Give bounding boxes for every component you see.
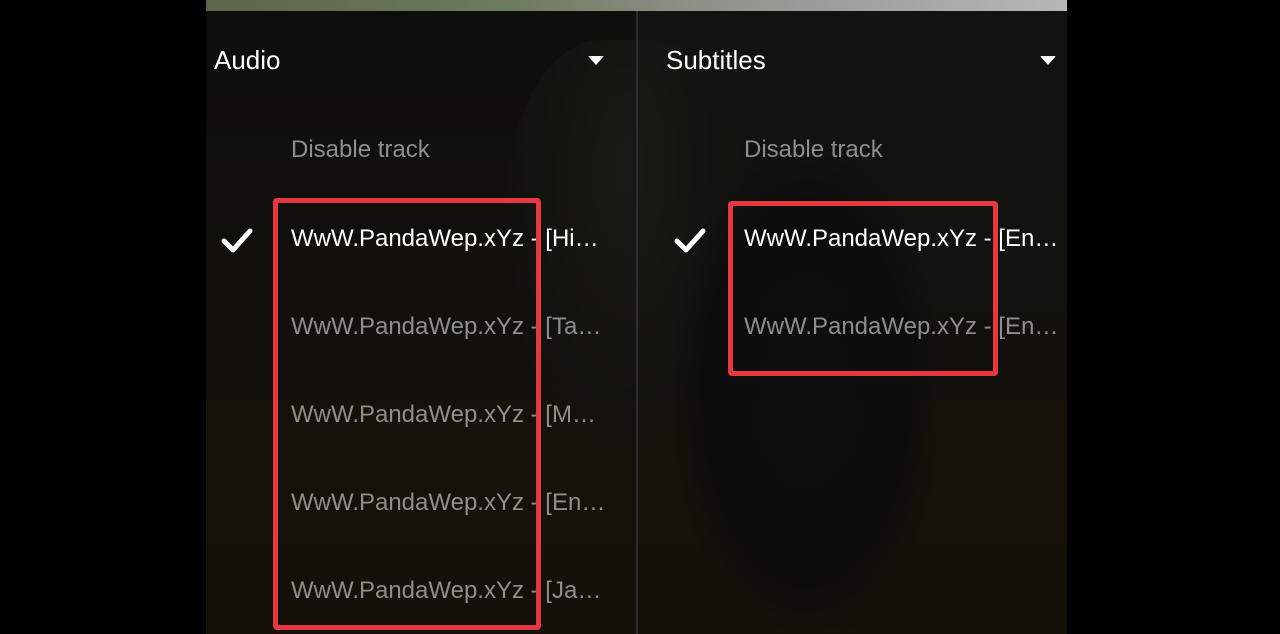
audio-track-label: WwW.PandaWep.xYz - [Eng…: [291, 489, 606, 516]
audio-track-label: WwW.PandaWep.xYz - [Jap…: [291, 577, 606, 604]
caret-down-icon[interactable]: [1040, 55, 1056, 65]
subtitles-title: Subtitles: [666, 44, 766, 75]
subtitles-disable-track[interactable]: Disable track: [744, 130, 1054, 170]
audio-track-label: WwW.PandaWep.xYz - [Hin…: [291, 225, 606, 252]
subtitles-track-option[interactable]: WwW.PandaWep.xYz - [Eng…: [744, 307, 1062, 347]
audio-track-option[interactable]: WwW.PandaWep.xYz - [Ta…: [291, 307, 606, 347]
audio-track-option[interactable]: WwW.PandaWep.xYz - [Mal…: [291, 395, 606, 435]
audio-dropdown-header[interactable]: Audio: [214, 40, 604, 80]
audio-track-label: WwW.PandaWep.xYz - [Mal…: [291, 401, 606, 428]
subtitles-track-label: WwW.PandaWep.xYz - [Eng…: [744, 313, 1062, 340]
audio-track-label: WwW.PandaWep.xYz - [Ta…: [291, 313, 602, 340]
subtitles-disable-track-label: Disable track: [744, 136, 883, 163]
panel-divider: [636, 11, 638, 634]
subtitles-track-option[interactable]: WwW.PandaWep.xYz - [Eng…: [744, 219, 1062, 259]
subtitles-track-label: WwW.PandaWep.xYz - [Eng…: [744, 225, 1062, 252]
audio-disable-track-label: Disable track: [291, 136, 430, 163]
audio-title: Audio: [214, 44, 281, 75]
subtitles-dropdown-header[interactable]: Subtitles: [666, 40, 1056, 80]
audio-track-option[interactable]: WwW.PandaWep.xYz - [Eng…: [291, 483, 606, 523]
audio-track-option[interactable]: WwW.PandaWep.xYz - [Jap…: [291, 571, 606, 611]
video-top-strip: [206, 0, 1067, 11]
checkmark-icon: [674, 228, 706, 253]
audio-track-option[interactable]: WwW.PandaWep.xYz - [Hin…: [291, 219, 606, 259]
screen: Audio Disable track WwW.PandaWep.xYz - […: [0, 0, 1280, 634]
caret-down-icon[interactable]: [588, 55, 604, 65]
checkmark-icon: [221, 228, 253, 253]
audio-disable-track[interactable]: Disable track: [291, 130, 611, 170]
